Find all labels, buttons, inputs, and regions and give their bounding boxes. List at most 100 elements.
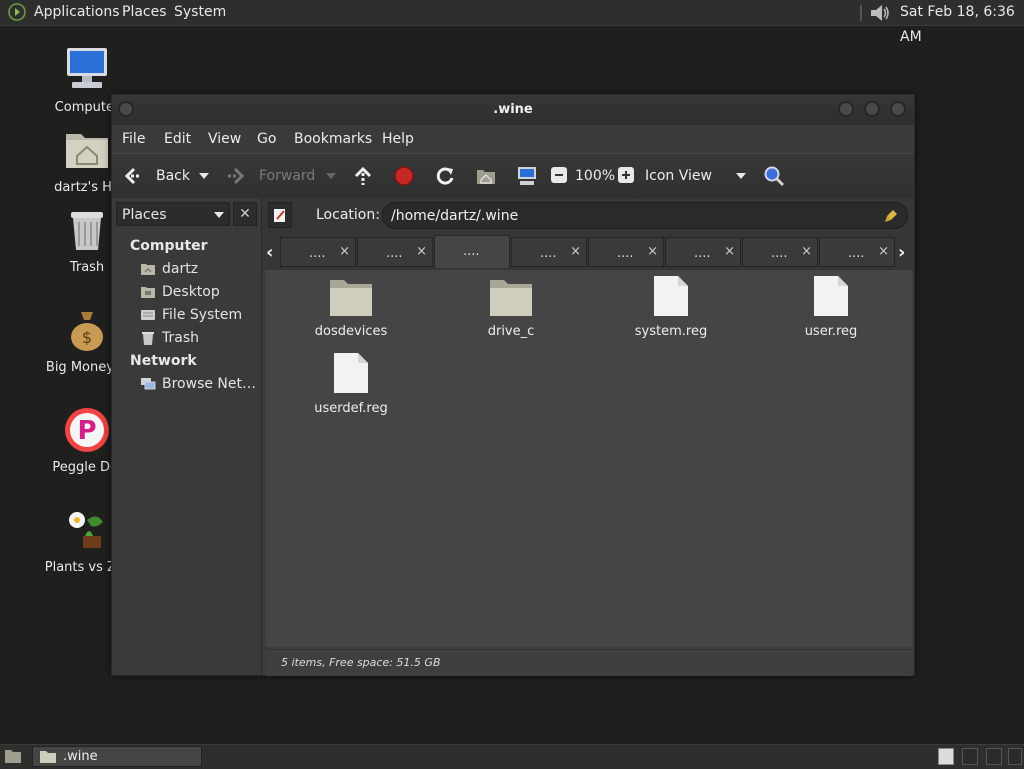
tab[interactable]: .... × [588,237,664,267]
system-menu[interactable]: System [174,0,226,25]
sidebar-item-desktop[interactable]: Desktop [140,283,258,303]
forward-arrow-icon[interactable] [225,165,247,187]
home-folder-icon [141,264,155,275]
applications-menu[interactable]: Applications [34,0,120,25]
clear-location-icon[interactable] [883,208,899,224]
maximize-button[interactable] [864,101,880,117]
forward-button-label[interactable]: Forward [259,168,315,184]
tab-active[interactable]: .... [434,235,510,268]
tab-label: .... [617,246,634,261]
home-folder-icon [66,134,108,168]
workspace-3[interactable] [986,748,1002,765]
tab-label: .... [540,246,557,261]
zoom-level[interactable]: 100% [575,168,615,184]
tab[interactable]: .... × [742,237,818,267]
distro-logo-icon[interactable] [8,3,26,21]
tab-label: .... [463,244,480,259]
sidebar-type-label: Places [122,207,167,223]
sidebar-item-trash[interactable]: Trash [140,329,258,349]
toggle-location-edit-button[interactable] [268,202,292,228]
sidebar-heading-network: Network [130,353,197,369]
places-menu[interactable]: Places [122,0,167,25]
menu-file[interactable]: File [122,131,145,147]
sidebar-item-label: Desktop [162,284,220,300]
tab-close-icon[interactable]: × [647,244,658,259]
tab[interactable]: .... × [665,237,741,267]
sidebar-item-label: Browse Net… [162,376,257,392]
file-item-userdef-reg[interactable]: userdef.reg [291,351,411,416]
menu-bookmarks[interactable]: Bookmarks [294,131,372,147]
close-sidebar-button[interactable]: ✕ [233,202,257,226]
workspace-2[interactable] [962,748,978,765]
tab-close-icon[interactable]: × [339,244,350,259]
tab[interactable]: .... × [819,237,895,267]
computer-icon [67,48,107,88]
sidebar-item-dartz[interactable]: dartz [140,260,258,280]
trash-icon [142,332,154,345]
places-sidebar: Places ✕ Computer dartz Desktop File Sys… [112,198,262,675]
workspace-1[interactable] [938,748,954,765]
sidebar-item-file-system[interactable]: File System [140,306,258,326]
stop-icon[interactable] [393,165,415,187]
window-title: .wine [493,102,533,117]
window-titlebar[interactable]: .wine [112,95,914,125]
close-window-button[interactable] [890,101,906,117]
file-item-system-reg[interactable]: system.reg [611,274,731,339]
up-arrow-icon[interactable] [352,165,374,187]
search-icon[interactable] [763,165,785,187]
tab[interactable]: .... × [357,237,433,267]
money-bag-icon: $ [71,312,103,351]
tab-close-icon[interactable]: × [416,244,427,259]
text-file-icon [814,276,848,316]
back-arrow-icon[interactable] [122,165,144,187]
file-item-user-reg[interactable]: user.reg [771,274,891,339]
view-mode-selector[interactable]: Icon View [645,168,712,184]
chevron-down-icon [214,212,224,218]
computer-icon[interactable] [516,165,538,187]
zoom-out-icon[interactable] [550,166,568,184]
location-input[interactable]: /home/dartz/.wine [382,202,908,229]
minimize-button[interactable] [838,101,854,117]
file-item-dosdevices[interactable]: dosdevices [291,276,411,339]
reload-icon[interactable] [434,165,456,187]
file-name: user.reg [804,324,858,339]
sidebar-heading-computer: Computer [130,238,208,254]
clock[interactable]: Sat Feb 18, 6:36 AM [900,0,1024,45]
file-manager-window: .wine File Edit View Go Bookmarks Help B… [111,94,915,676]
home-icon[interactable] [475,165,497,187]
file-item-drive-c[interactable]: drive_c [451,276,571,339]
view-mode-chevron-icon[interactable] [735,171,747,181]
show-desktop-icon[interactable] [4,748,22,764]
top-panel: Applications Places System Sat Feb 18, 6… [0,0,1024,45]
tab[interactable]: .... × [511,237,587,267]
network-icon [141,378,156,390]
file-view[interactable]: dosdevices drive_c system.reg user.reg u… [266,270,912,647]
back-history-chevron-icon[interactable] [198,171,210,181]
zoom-in-icon[interactable] [617,166,635,184]
menu-view[interactable]: View [208,131,241,147]
panel-handle-icon [860,5,862,21]
folder-icon [330,280,372,316]
tab[interactable]: .... × [280,237,356,267]
tab-label: .... [386,246,403,261]
taskbar-item-wine[interactable]: .wine [32,746,202,767]
tab-label: .... [771,246,788,261]
tab-close-icon[interactable]: × [801,244,812,259]
forward-history-chevron-icon[interactable] [325,171,337,181]
sidebar-type-selector[interactable]: Places [116,202,230,226]
workspace-4[interactable] [1008,748,1022,765]
menu-edit[interactable]: Edit [164,131,191,147]
svg-text:P: P [77,416,96,446]
menu-go[interactable]: Go [257,131,276,147]
volume-icon[interactable] [868,2,892,24]
file-name: dosdevices [314,324,388,339]
tabs-scroll-right-icon[interactable]: › [898,242,905,263]
tabs-scroll-left-icon[interactable]: ‹ [266,242,273,263]
tab-close-icon[interactable]: × [878,244,889,259]
back-button-label[interactable]: Back [156,168,190,184]
location-value: /home/dartz/.wine [391,208,519,224]
tab-close-icon[interactable]: × [724,244,735,259]
tab-close-icon[interactable]: × [570,244,581,259]
menu-help[interactable]: Help [382,131,414,147]
sidebar-item-browse-network[interactable]: Browse Net… [140,375,258,395]
